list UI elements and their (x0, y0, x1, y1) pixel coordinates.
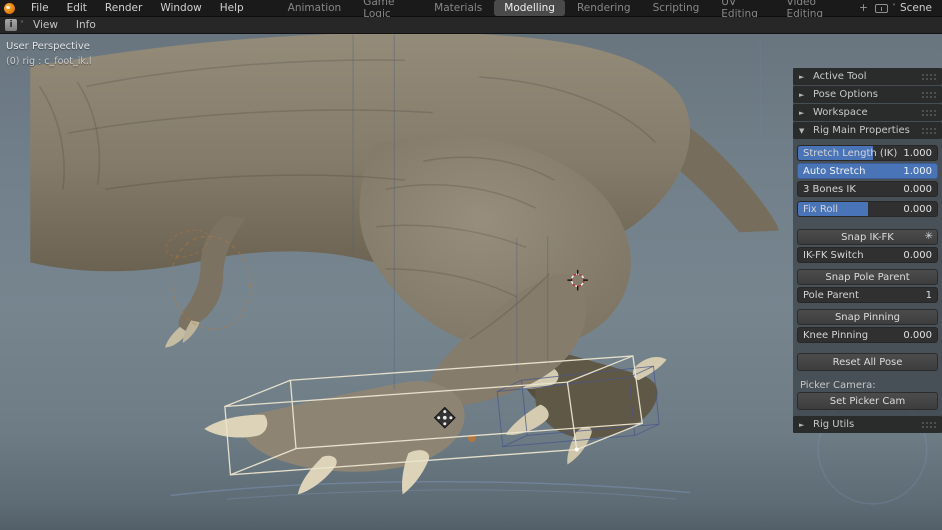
blender-logo-icon[interactable] (4, 3, 15, 14)
panel-grip-icon[interactable] (921, 421, 936, 429)
scene-selector-label: Scene (900, 2, 932, 14)
menu-info[interactable]: Info (67, 18, 105, 32)
stretch-length-slider[interactable]: Stretch Length (IK) 1.000 (797, 145, 938, 161)
menu-help[interactable]: Help (211, 1, 253, 15)
sparkle-icon: ✳ (925, 231, 933, 242)
view-perspective-label: User Perspective (6, 41, 92, 52)
knee-pinning-slider[interactable]: Knee Pinning 0.000 (797, 327, 938, 343)
tab-rendering[interactable]: Rendering (567, 0, 641, 16)
tab-animation[interactable]: Animation (278, 0, 352, 16)
active-bone-label: (0) rig : c_foot_ik.l (6, 56, 92, 67)
expanded-arrow-icon: ▼ (799, 127, 807, 135)
auto-stretch-slider[interactable]: Auto Stretch 1.000 (797, 163, 938, 179)
slider-label: Fix Roll (803, 204, 838, 215)
3d-viewport[interactable]: User Perspective (0) rig : c_foot_ik.l ►… (0, 34, 942, 530)
three-bones-ik-slider[interactable]: 3 Bones IK 0.000 (797, 181, 938, 197)
snap-ikfk-button[interactable]: Snap IK-FK ✳ (797, 229, 938, 245)
screen-layout-icon (875, 4, 888, 13)
menu-view[interactable]: View (24, 18, 67, 32)
slider-label: 3 Bones IK (803, 184, 856, 195)
slider-label: IK-FK Switch (803, 250, 864, 261)
menu-window[interactable]: Window (151, 1, 210, 15)
panel-grip-icon[interactable] (921, 73, 936, 81)
field-value: 1 (926, 290, 932, 301)
trex-foot (242, 381, 465, 472)
section-label: Rig Main Properties (813, 125, 910, 136)
section-label: Active Tool (813, 71, 867, 82)
panel-grip-icon[interactable] (921, 91, 936, 99)
reset-all-pose-button[interactable]: Reset All Pose (797, 353, 938, 371)
viewport-overlay-text: User Perspective (0) rig : c_foot_ik.l (6, 41, 92, 67)
panel-section-active-tool[interactable]: ► Active Tool (793, 68, 942, 85)
pole-parent-field[interactable]: Pole Parent 1 (797, 287, 938, 303)
panel-grip-icon[interactable] (921, 109, 936, 117)
slider-value: 0.000 (903, 250, 932, 261)
section-label: Pose Options (813, 89, 878, 100)
button-label: Snap Pole Parent (825, 272, 909, 283)
panel-grip-icon[interactable] (921, 127, 936, 135)
collapsed-arrow-icon: ► (799, 91, 807, 99)
menu-edit[interactable]: Edit (58, 1, 96, 15)
trex-model[interactable] (30, 34, 779, 494)
slider-value: 0.000 (903, 330, 932, 341)
panel-section-rig-main-properties[interactable]: ▼ Rig Main Properties (793, 122, 942, 139)
button-label: Reset All Pose (833, 357, 903, 368)
slider-label: Knee Pinning (803, 330, 868, 341)
chevron-down-icon: ˅ (892, 4, 896, 12)
slider-label: Auto Stretch (803, 166, 865, 177)
collapsed-arrow-icon: ► (799, 109, 807, 117)
top-menubar: File Edit Render Window Help Animation G… (0, 0, 942, 17)
scene-selector[interactable]: ˅ Scene (875, 2, 932, 14)
info-editor-header: i ˅ View Info (0, 17, 942, 34)
rig-properties-panel: ► Active Tool ► Pose Options ► Workspace… (793, 68, 942, 433)
section-label: Rig Utils (813, 419, 854, 430)
tab-modelling[interactable]: Modelling (494, 0, 565, 16)
blender-window: File Edit Render Window Help Animation G… (0, 0, 942, 530)
button-label: Snap Pinning (835, 312, 900, 323)
set-picker-cam-button[interactable]: Set Picker Cam (797, 392, 938, 410)
slider-label: Stretch Length (IK) (803, 148, 897, 159)
panel-section-workspace[interactable]: ► Workspace (793, 104, 942, 121)
slider-value: 1.000 (903, 148, 932, 159)
add-layout-button[interactable]: + (853, 0, 874, 16)
menu-render[interactable]: Render (96, 1, 151, 15)
section-label: Workspace (813, 107, 868, 118)
button-label: Set Picker Cam (830, 396, 905, 407)
snap-pole-parent-button[interactable]: Snap Pole Parent (797, 269, 938, 285)
collapsed-arrow-icon: ► (799, 421, 807, 429)
snap-pinning-button[interactable]: Snap Pinning (797, 309, 938, 325)
slider-value: 0.000 (903, 204, 932, 215)
editor-type-icon[interactable]: i (5, 19, 17, 31)
collapsed-arrow-icon: ► (799, 73, 807, 81)
fix-roll-slider[interactable]: Fix Roll 0.000 (797, 201, 938, 217)
slider-value: 1.000 (903, 166, 932, 177)
rig-main-content: Stretch Length (IK) 1.000 Auto Stretch 1… (793, 140, 942, 410)
slider-value: 0.000 (903, 184, 932, 195)
panel-section-pose-options[interactable]: ► Pose Options (793, 86, 942, 103)
panel-section-rig-utils[interactable]: ► Rig Utils (793, 416, 942, 433)
button-label: Snap IK-FK (841, 232, 894, 243)
picker-camera-label: Picker Camera: (797, 379, 938, 392)
ikfk-switch-slider[interactable]: IK-FK Switch 0.000 (797, 247, 938, 263)
field-label: Pole Parent (803, 290, 859, 301)
tab-materials[interactable]: Materials (424, 0, 492, 16)
tab-scripting[interactable]: Scripting (643, 0, 710, 16)
menu-file[interactable]: File (22, 1, 58, 15)
